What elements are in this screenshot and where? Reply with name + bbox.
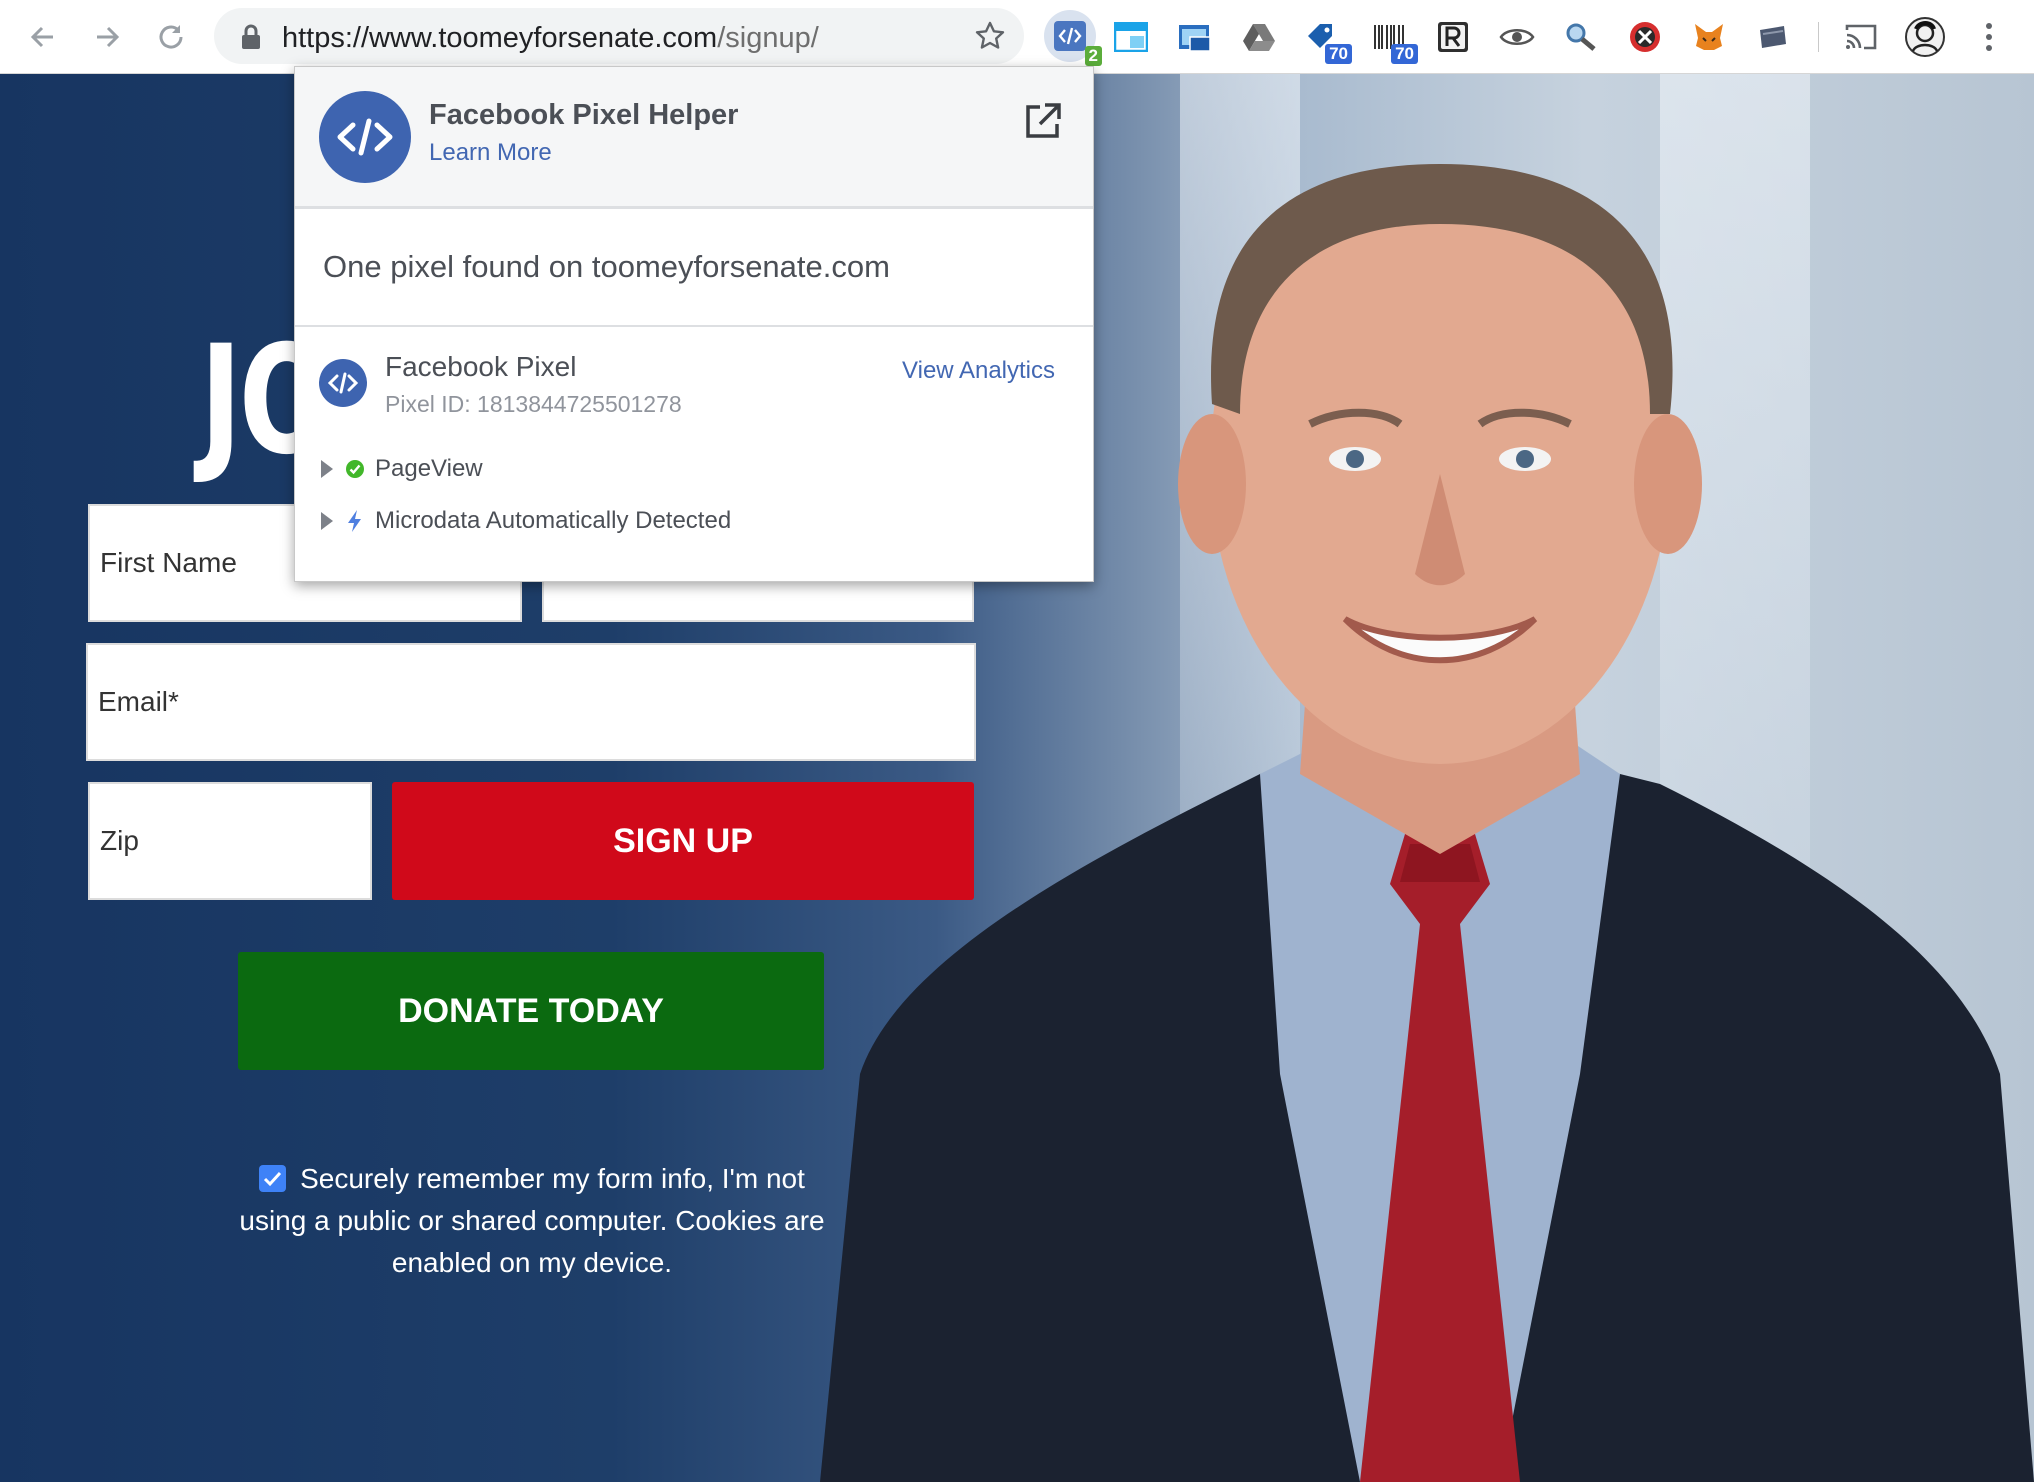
event-label: PageView <box>375 455 483 482</box>
arrow-left-icon <box>30 26 53 48</box>
email-input[interactable] <box>88 645 974 759</box>
arrow-right-icon <box>97 26 120 48</box>
pixel-summary: One pixel found on toomeyforsenate.com <box>295 209 1093 327</box>
popup-title: Facebook Pixel Helper <box>429 99 739 131</box>
cast-icon <box>1845 24 1877 50</box>
magnifier-extension[interactable] <box>1558 14 1604 60</box>
expand-triangle-icon <box>321 512 333 530</box>
extension-badge: 70 <box>1325 44 1352 64</box>
screenshot-extension[interactable] <box>1172 14 1218 60</box>
forward-button[interactable] <box>86 16 128 58</box>
lightning-icon <box>348 510 361 532</box>
magnifier-icon <box>1566 23 1596 51</box>
browser-menu-button[interactable] <box>1966 14 2012 60</box>
code-icon <box>337 118 393 156</box>
remember-checkbox[interactable] <box>259 1165 287 1192</box>
facebook-pixel-helper-extension[interactable]: 2 <box>1044 10 1102 66</box>
tag-extension[interactable]: 70 <box>1300 14 1352 64</box>
lock-icon <box>242 24 260 49</box>
blocker-icon <box>1630 22 1660 52</box>
bookmark-star-icon[interactable] <box>974 20 1006 52</box>
external-link-icon <box>1026 103 1061 138</box>
pixel-name: Facebook Pixel <box>385 351 577 382</box>
blocker-extension[interactable] <box>1622 14 1668 60</box>
browser-toolbar: https://www.toomeyforsenate.com/signup/ … <box>0 0 2034 74</box>
sign-up-button[interactable]: SIGN UP <box>392 782 974 900</box>
code-icon <box>327 372 359 394</box>
email-field[interactable] <box>86 643 976 761</box>
checkmark-icon <box>264 1171 282 1187</box>
card-icon <box>1760 26 1786 48</box>
reload-icon <box>159 25 183 49</box>
eye-icon <box>1499 29 1535 45</box>
zip-input[interactable] <box>90 784 370 898</box>
open-external-button[interactable] <box>1023 101 1063 146</box>
popup-header: Facebook Pixel Helper Learn More <box>295 67 1093 209</box>
card-extension[interactable] <box>1750 14 1796 60</box>
learn-more-link[interactable]: Learn More <box>429 139 552 167</box>
screenshot-icon <box>1179 25 1211 52</box>
fox-icon <box>1695 24 1723 50</box>
extension-badge: 2 <box>1084 46 1102 66</box>
url-text: https://www.toomeyforsenate.com/signup/ <box>282 22 819 55</box>
event-row-pageview[interactable]: PageView <box>321 455 483 483</box>
extension-badge: 70 <box>1391 44 1418 64</box>
window-icon <box>1114 22 1148 52</box>
cast-button[interactable] <box>1838 14 1884 60</box>
toolbar-separator <box>1818 22 1819 52</box>
url-host: https://www.toomeyforsenate.com <box>282 22 718 54</box>
window-extension[interactable] <box>1108 14 1154 60</box>
barcode-extension[interactable]: 70 <box>1366 14 1418 64</box>
google-drive-extension[interactable] <box>1236 14 1282 60</box>
expand-triangle-icon <box>321 460 333 478</box>
event-row-microdata[interactable]: Microdata Automatically Detected <box>321 507 731 535</box>
reload-button[interactable] <box>150 16 192 58</box>
back-button[interactable] <box>22 16 64 58</box>
view-analytics-link[interactable]: View Analytics <box>902 357 1055 385</box>
remember-text: Securely remember my form info, I'm not … <box>239 1163 825 1278</box>
drive-icon <box>1243 24 1275 51</box>
avatar-icon <box>1905 17 1945 57</box>
metamask-extension[interactable] <box>1686 14 1732 60</box>
url-path: /signup/ <box>717 22 819 54</box>
check-icon <box>346 460 364 478</box>
pixel-id: Pixel ID: 1813844725501278 <box>385 391 682 417</box>
donate-button[interactable]: DONATE TODAY <box>238 952 824 1070</box>
eye-extension[interactable] <box>1494 14 1540 60</box>
kebab-menu-icon <box>1986 23 1992 51</box>
address-bar[interactable]: https://www.toomeyforsenate.com/signup/ <box>214 8 1024 64</box>
pixel-helper-popup: Facebook Pixel Helper Learn More One pix… <box>294 66 1094 582</box>
zip-field[interactable] <box>88 782 372 900</box>
r-extension[interactable] <box>1430 14 1476 60</box>
summary-text: One pixel found on toomeyforsenate.com <box>323 249 890 284</box>
pixel-helper-logo <box>319 91 411 183</box>
code-icon <box>1054 21 1086 51</box>
profile-avatar[interactable] <box>1902 14 1948 60</box>
remember-info: Securely remember my form info, I'm not … <box>232 1158 832 1284</box>
event-label: Microdata Automatically Detected <box>375 507 732 534</box>
pixel-icon <box>319 359 367 407</box>
r-letter-icon <box>1438 22 1468 52</box>
